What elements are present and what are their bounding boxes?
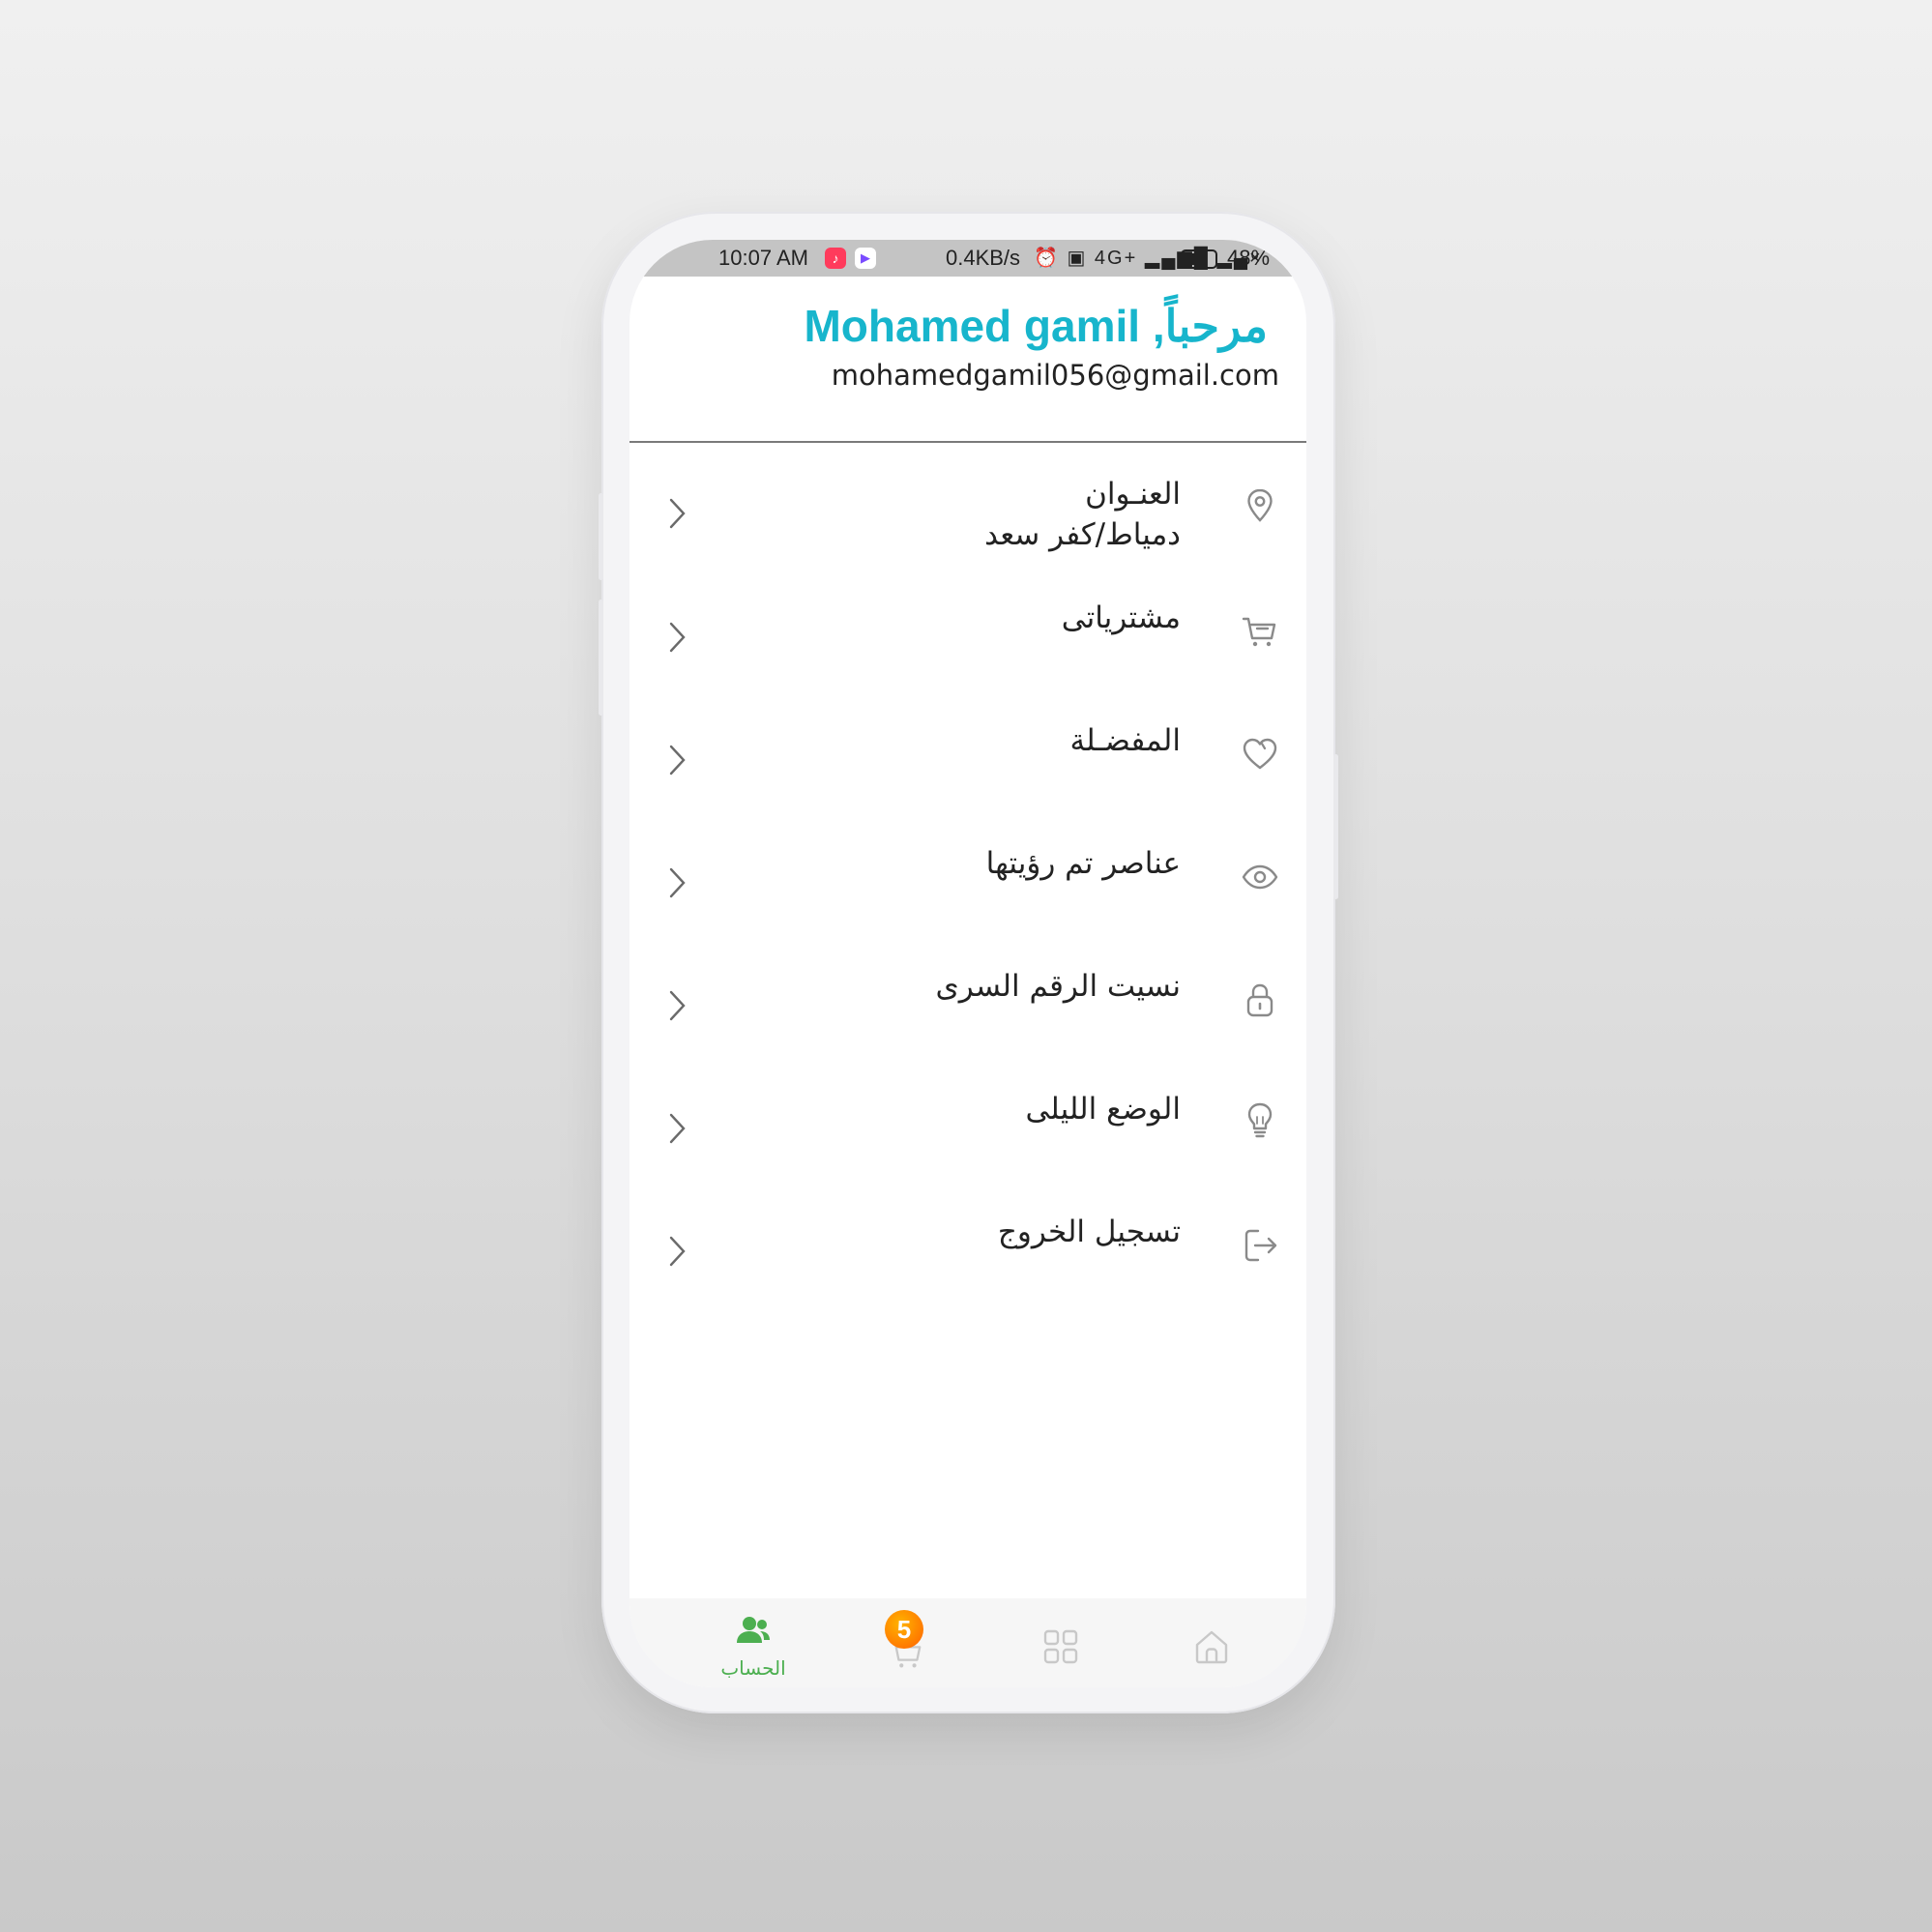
menu-item-label: تسجيل الخروج [997,1215,1181,1249]
grid-icon [1043,1629,1078,1664]
menu-item-label: مشترياتى [1061,600,1181,635]
menu-item-viewed[interactable]: عناصر تم رؤيتها [629,846,1306,952]
app-screen: 10:07 AM ♪ ▶ 0.4KB/s ⏰ ▣ 4G+ ▂▄▆█ ▂▄× 48… [629,240,1306,1687]
bottom-navigation: الحساب 5 [629,1598,1306,1687]
lightbulb-icon [1247,1102,1273,1138]
phone-power-button [1333,754,1338,899]
chevron-right-icon [669,498,686,529]
menu-item-night-mode[interactable]: الوضع الليلى [629,1092,1306,1198]
address-value: دمياط/كفر سعد [984,517,1181,552]
eye-icon [1242,864,1278,890]
lock-icon [1246,983,1273,1017]
nav-tab-home[interactable] [1173,1612,1250,1680]
greeting-title: مرحباً, Mohamed gamil [804,301,1268,351]
menu-item-logout[interactable]: تسجيل الخروج [629,1215,1306,1321]
user-email: mohamedgamil056@gmail.com [831,359,1279,392]
chevron-right-icon [669,1236,686,1267]
menu-item-label: عناصر تم رؤيتها [985,846,1181,881]
menu-item-favorites[interactable]: المفضـلة [629,723,1306,830]
account-users-icon [737,1617,770,1643]
chevron-right-icon [669,745,686,776]
battery-icon [1181,249,1217,269]
chevron-right-icon [669,867,686,898]
menu-item-label: نسيت الرقم السرى [935,969,1181,1004]
play-notification-icon: ▶ [855,248,876,269]
menu-item-label: العنـوان [1085,477,1181,512]
chevron-right-icon [669,1113,686,1144]
menu-item-address[interactable]: العنـوان دمياط/كفر سعد [629,477,1306,583]
status-time: 10:07 AM [718,246,808,270]
home-icon [1195,1630,1228,1664]
battery-percent: 48% [1227,246,1271,270]
nav-tab-account[interactable]: الحساب [715,1612,792,1680]
cart-icon [1242,617,1276,647]
phone-side-button [599,600,603,716]
chevron-right-icon [669,622,686,653]
menu-item-label: المفضـلة [1069,723,1181,758]
network-speed: 0.4KB/s [946,246,1021,270]
menu-item-purchases[interactable]: مشترياتى [629,600,1306,707]
location-pin-icon [1247,488,1273,522]
menu-item-label: الوضع الليلى [1025,1092,1181,1127]
header-divider [629,441,1306,443]
nav-label-account: الحساب [720,1656,786,1680]
nav-tab-categories[interactable] [1022,1612,1099,1680]
tiktok-notification-icon: ♪ [825,248,846,269]
menu-item-forgot-password[interactable]: نسيت الرقم السرى [629,969,1306,1075]
heart-icon [1243,738,1277,770]
status-bar: 10:07 AM ♪ ▶ 0.4KB/s ⏰ ▣ 4G+ ▂▄▆█ ▂▄× 48… [629,240,1306,277]
chevron-right-icon [669,990,686,1021]
phone-side-button [599,493,603,580]
cart-count-badge: 5 [885,1610,923,1649]
logout-icon [1244,1229,1277,1262]
